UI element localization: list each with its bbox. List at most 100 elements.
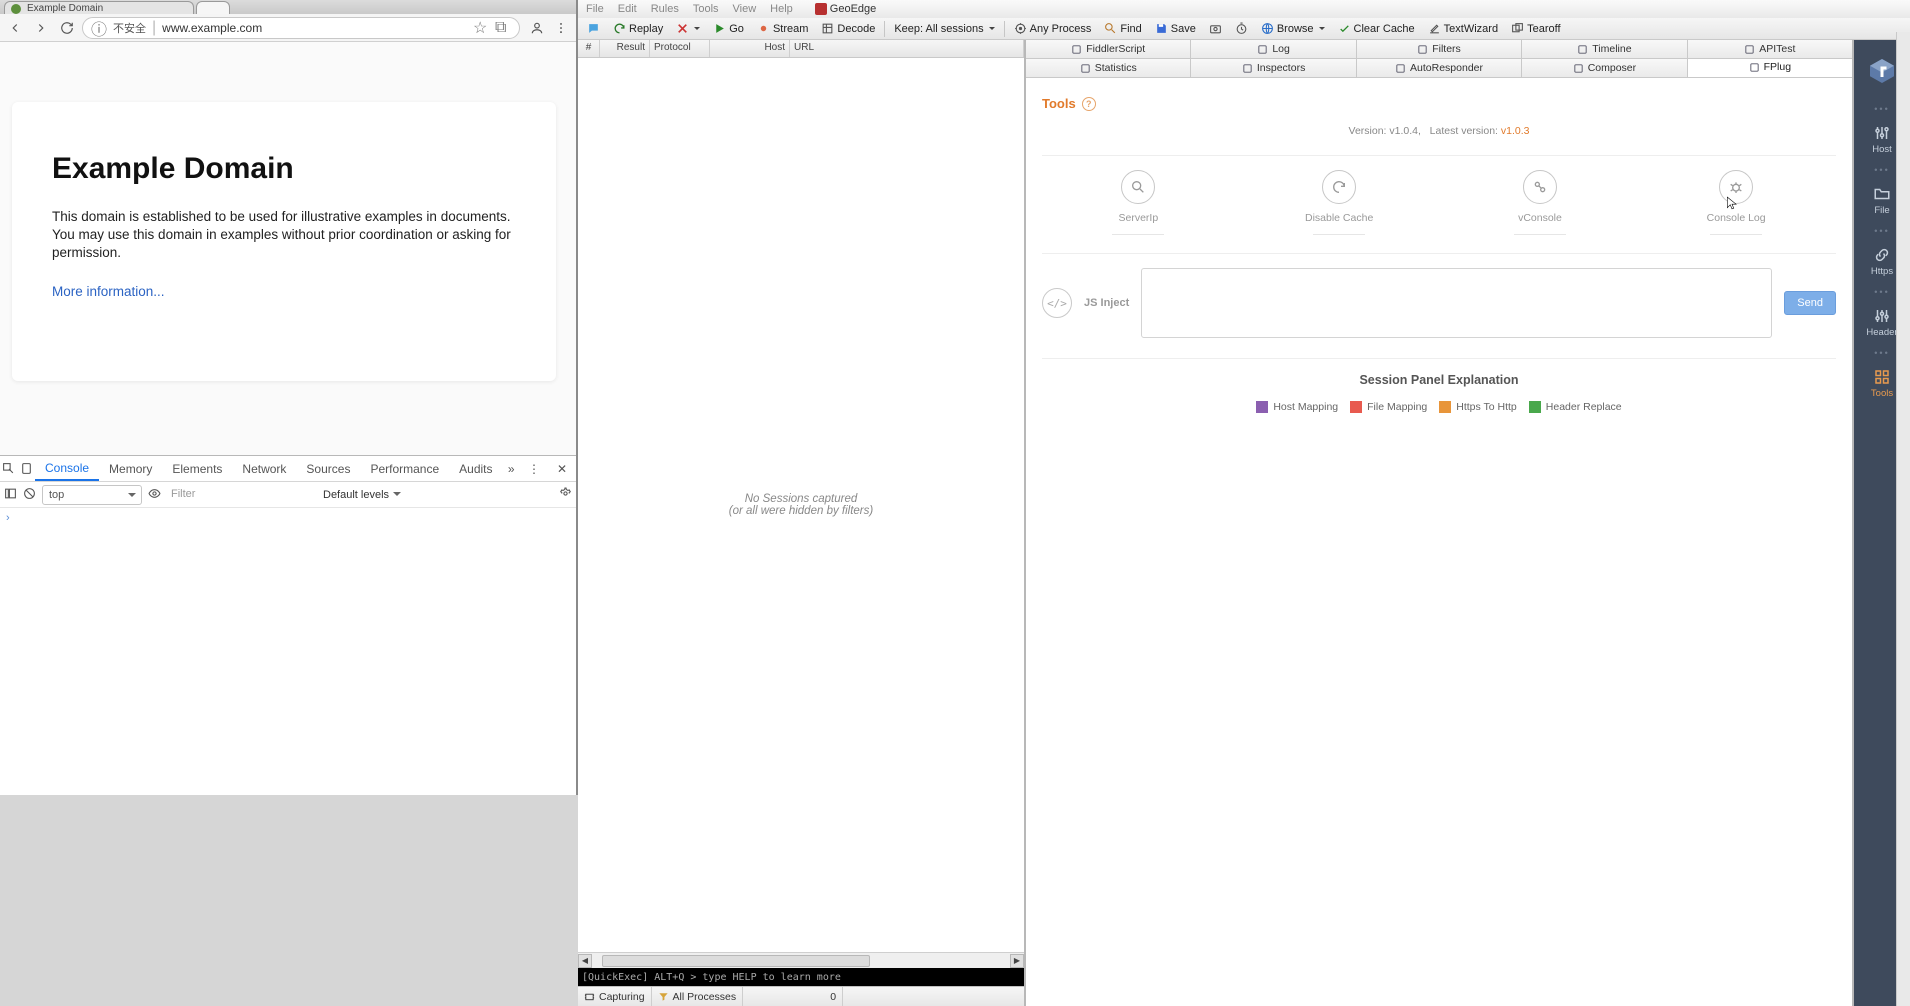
- devtools-tab-sources[interactable]: Sources: [296, 456, 360, 481]
- profile-icon[interactable]: [526, 17, 548, 39]
- find-button[interactable]: Find: [1098, 19, 1147, 39]
- menu-icon[interactable]: [550, 17, 572, 39]
- url-input[interactable]: [162, 21, 467, 35]
- tab-filters[interactable]: Filters: [1357, 40, 1522, 58]
- devtools-tab-audits[interactable]: Audits: [449, 456, 502, 481]
- fiddler-toolbar: Replay Go Stream Decode Keep: All sessio…: [578, 18, 1910, 40]
- keep-sessions-select[interactable]: Keep: All sessions: [888, 19, 1000, 39]
- more-tabs-icon[interactable]: »: [503, 462, 521, 476]
- rail-https[interactable]: Https: [1871, 242, 1893, 281]
- textwizard-button[interactable]: TextWizard: [1422, 19, 1504, 39]
- device-toolbar-icon[interactable]: [18, 462, 36, 475]
- vertical-scrollbar[interactable]: [1896, 32, 1910, 1006]
- process-filter-status[interactable]: All Processes: [652, 987, 744, 1006]
- menu-tools[interactable]: Tools: [693, 3, 719, 15]
- reader-icon[interactable]: ⧉: [495, 19, 511, 37]
- any-process-button[interactable]: Any Process: [1008, 19, 1098, 39]
- col-host[interactable]: Host: [710, 40, 790, 57]
- tab-log[interactable]: Log: [1191, 40, 1356, 58]
- tool-console-log[interactable]: Console Log: [1707, 170, 1766, 235]
- save-button[interactable]: Save: [1149, 19, 1202, 39]
- col-num[interactable]: #: [578, 40, 600, 57]
- capturing-status[interactable]: Capturing: [578, 987, 652, 1006]
- console-settings-icon[interactable]: [559, 487, 572, 503]
- scroll-thumb[interactable]: [602, 955, 870, 967]
- tab-fplug[interactable]: FPlug: [1688, 59, 1852, 77]
- rail-header[interactable]: Header: [1866, 303, 1897, 342]
- clear-cache-button[interactable]: Clear Cache: [1332, 19, 1421, 39]
- clear-console-icon[interactable]: [23, 487, 36, 503]
- legend-label: Header Replace: [1546, 401, 1622, 413]
- fiddler-window: File Edit Rules Tools View Help GeoEdge Repla…: [578, 0, 1910, 1006]
- send-button[interactable]: Send: [1784, 291, 1836, 315]
- devtools-tab-memory[interactable]: Memory: [99, 456, 162, 481]
- scroll-right-icon[interactable]: ▶: [1010, 954, 1024, 968]
- tab-timeline[interactable]: Timeline: [1522, 40, 1687, 58]
- devtools-menu-icon[interactable]: ⋮: [520, 462, 548, 476]
- tab-inspectors[interactable]: Inspectors: [1191, 59, 1356, 77]
- tool-vconsole[interactable]: vConsole: [1514, 170, 1566, 235]
- console-output[interactable]: [0, 508, 576, 795]
- screenshot-button[interactable]: [1203, 19, 1228, 39]
- timer-button[interactable]: [1229, 19, 1254, 39]
- tab-fiddlerscript[interactable]: FiddlerScript: [1026, 40, 1191, 58]
- reload-button[interactable]: [56, 17, 78, 39]
- refresh-icon: [1322, 170, 1356, 204]
- fplug-logo-icon: [1865, 54, 1899, 88]
- decode-button[interactable]: Decode: [815, 19, 881, 39]
- comment-button[interactable]: [581, 19, 606, 39]
- rail-host[interactable]: Host: [1872, 120, 1892, 159]
- help-icon[interactable]: ?: [1082, 97, 1096, 111]
- devtools-close-icon[interactable]: ✕: [548, 462, 576, 476]
- new-tab-button[interactable]: [196, 1, 230, 14]
- context-select[interactable]: top: [42, 485, 142, 505]
- clearcache-label: Clear Cache: [1354, 23, 1415, 35]
- col-result[interactable]: Result: [600, 40, 650, 57]
- tab-autoresponder[interactable]: AutoResponder: [1357, 59, 1522, 77]
- console-filter-input[interactable]: [167, 485, 317, 505]
- menu-rules[interactable]: Rules: [651, 3, 679, 15]
- more-info-link[interactable]: More information...: [52, 284, 165, 299]
- scroll-left-icon[interactable]: ◀: [578, 954, 592, 968]
- rail-tools[interactable]: Tools: [1871, 364, 1893, 403]
- geoedge-badge[interactable]: GeoEdge: [815, 3, 876, 15]
- star-icon[interactable]: ☆: [473, 18, 489, 38]
- log-levels-select[interactable]: Default levels: [323, 485, 401, 505]
- col-protocol[interactable]: Protocol: [650, 40, 710, 57]
- devtools-tab-elements[interactable]: Elements: [162, 456, 232, 481]
- context-value: top: [49, 489, 64, 501]
- omnibox[interactable]: ⓘ 不安全 | ☆ ⧉: [82, 17, 520, 39]
- stream-button[interactable]: Stream: [751, 19, 814, 39]
- tool-serverip[interactable]: ServerIp: [1112, 170, 1164, 235]
- back-button[interactable]: [4, 17, 26, 39]
- menu-file[interactable]: File: [586, 3, 604, 15]
- tab-statistics[interactable]: Statistics: [1026, 59, 1191, 77]
- js-inject-input[interactable]: [1141, 268, 1772, 338]
- devtools-tab-network[interactable]: Network: [232, 456, 296, 481]
- browse-button[interactable]: Browse: [1255, 19, 1331, 39]
- forward-button[interactable]: [30, 17, 52, 39]
- live-expression-icon[interactable]: [148, 487, 161, 503]
- quickexec-input[interactable]: [QuickExec] ALT+Q > type HELP to learn m…: [578, 968, 1024, 986]
- tearoff-button[interactable]: Tearoff: [1505, 19, 1566, 39]
- menu-edit[interactable]: Edit: [618, 3, 637, 15]
- console-sidebar-icon[interactable]: [4, 487, 17, 503]
- rail-file[interactable]: File: [1873, 181, 1891, 220]
- remove-button[interactable]: [670, 19, 706, 39]
- sessions-scrollbar[interactable]: ◀ ▶: [578, 952, 1024, 968]
- favicon-icon: [11, 4, 21, 14]
- devtools-tab-console[interactable]: Console: [35, 456, 99, 481]
- tool-disable-cache[interactable]: Disable Cache: [1305, 170, 1373, 235]
- page-heading: Example Domain: [52, 152, 516, 186]
- menu-view[interactable]: View: [733, 3, 757, 15]
- inspect-element-icon[interactable]: [0, 462, 18, 475]
- browser-tab[interactable]: Example Domain: [4, 1, 194, 14]
- menu-help[interactable]: Help: [770, 3, 793, 15]
- devtools-tab-performance[interactable]: Performance: [360, 456, 449, 481]
- tab-apitest[interactable]: APITest: [1688, 40, 1852, 58]
- col-url[interactable]: URL: [790, 40, 1024, 57]
- replay-button[interactable]: Replay: [607, 19, 669, 39]
- console-prompt[interactable]: [6, 512, 570, 524]
- go-button[interactable]: Go: [707, 19, 750, 39]
- tab-composer[interactable]: Composer: [1522, 59, 1687, 77]
